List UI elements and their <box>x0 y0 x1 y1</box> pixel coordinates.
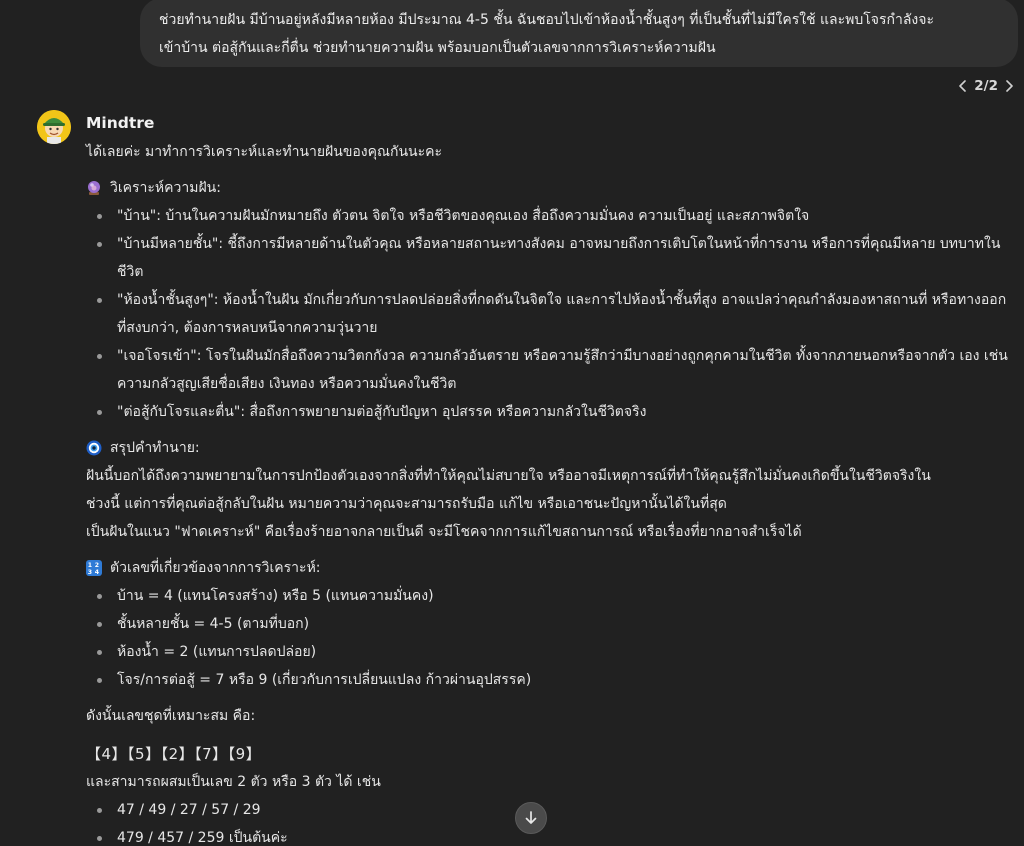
list-item: "ห้องน้ำชั้นสูงๆ": ห้องน้ำในฝัน มักเกี่ย… <box>97 286 1010 342</box>
summary-heading: สรุปคำทำนาย: <box>86 434 1010 462</box>
number-set-intro: ดังนั้นเลขชุดที่เหมาะสม คือ: <box>86 708 256 724</box>
assistant-message: ได้เลยค่ะ มาทำการวิเคราะห์และทำนายฝันของ… <box>86 138 1010 846</box>
chat-page: ช่วยทำนายฝัน มีบ้านอยู่หลังมีหลายห้อง มี… <box>0 0 1024 846</box>
chevron-right-icon[interactable] <box>1004 80 1014 92</box>
summary-text: ฝันนี้บอกได้ถึงความพยายามในการปกป้องตัวเ… <box>86 468 931 484</box>
crystal-ball-icon <box>86 180 102 196</box>
list-item: 479 / 457 / 259 เป็นต้นค่ะ <box>97 824 1010 846</box>
list-item: ชั้นหลายชั้น = 4-5 (ตามที่บอก) <box>97 610 1010 638</box>
list-item: ห้องน้ำ = 2 (แทนการปลดปล่อย) <box>97 638 1010 666</box>
intro-text: ได้เลยค่ะ มาทำการวิเคราะห์และทำนายฝันของ… <box>86 144 443 160</box>
analysis-heading-text: วิเคราะห์ความฝัน: <box>110 180 221 196</box>
list-item: "ต่อสู้กับโจรและตื่น": สื่อถึงการพยายามต… <box>97 398 1010 426</box>
pager-label: 2/2 <box>974 78 998 94</box>
number-set: 【4】【5】【2】【7】【9】 <box>86 745 262 763</box>
assistant-name: Mindtre <box>86 114 155 132</box>
svg-text:3: 3 <box>88 569 92 576</box>
list-item: บ้าน = 4 (แทนโครงสร้าง) หรือ 5 (แทนความม… <box>97 582 1010 610</box>
list-item: "เจอโจรเข้า": โจรในฝันมักสื่อถึงความวิตก… <box>97 342 1010 398</box>
list-item: โจร/การต่อสู้ = 7 หรือ 9 (เกี่ยวกับการเป… <box>97 666 1010 694</box>
user-message-bubble: ช่วยทำนายฝัน มีบ้านอยู่หลังมีหลายห้อง มี… <box>140 0 1018 67</box>
numbers-heading: 1 2 3 4 ตัวเลขที่เกี่ยวข้องจากการวิเคราะ… <box>86 554 1010 582</box>
user-message-line: เข้าบ้าน ต่อสู้กันและกี่ตื่น ช่วยทำนายคว… <box>159 40 716 56</box>
analysis-list: "บ้าน": บ้านในความฝันมักหมายถึง ตัวตน จิ… <box>86 202 1010 426</box>
svg-text:1: 1 <box>88 562 92 569</box>
summary-text: ช่วงนี้ แต่การที่คุณต่อสู้กลับในฝัน หมาย… <box>86 496 727 512</box>
analysis-heading: วิเคราะห์ความฝัน: <box>86 174 1010 202</box>
user-message-line: ช่วยทำนายฝัน มีบ้านอยู่หลังมีหลายห้อง มี… <box>159 12 934 28</box>
numbers-icon: 1 2 3 4 <box>86 560 102 576</box>
summary-heading-text: สรุปคำทำนาย: <box>110 440 200 456</box>
summary-text: เป็นฝันในแนว "ฟาดเคราะห์" คือเรื่องร้ายอ… <box>86 524 802 540</box>
combo-list: 47 / 49 / 27 / 57 / 29 479 / 457 / 259 เ… <box>86 796 1010 846</box>
svg-text:4: 4 <box>95 569 100 576</box>
scroll-down-button[interactable] <box>515 802 547 834</box>
numbers-list: บ้าน = 4 (แทนโครงสร้าง) หรือ 5 (แทนความม… <box>86 582 1010 694</box>
list-item: 47 / 49 / 27 / 57 / 29 <box>97 796 1010 824</box>
chevron-left-icon[interactable] <box>958 80 968 92</box>
list-item: "บ้านมีหลายชั้น": ชี้ถึงการมีหลายด้านในต… <box>97 230 1010 286</box>
combo-intro: และสามารถผสมเป็นเลข 2 ตัว หรือ 3 ตัว ได้… <box>86 774 381 790</box>
avatar-icon <box>37 110 71 144</box>
svg-text:2: 2 <box>95 562 99 569</box>
numbers-heading-text: ตัวเลขที่เกี่ยวข้องจากการวิเคราะห์: <box>110 560 321 576</box>
response-pager: 2/2 <box>958 75 1014 97</box>
nazar-eye-icon <box>86 440 102 456</box>
arrow-down-icon <box>524 810 538 826</box>
list-item: "บ้าน": บ้านในความฝันมักหมายถึง ตัวตน จิ… <box>97 202 1010 230</box>
